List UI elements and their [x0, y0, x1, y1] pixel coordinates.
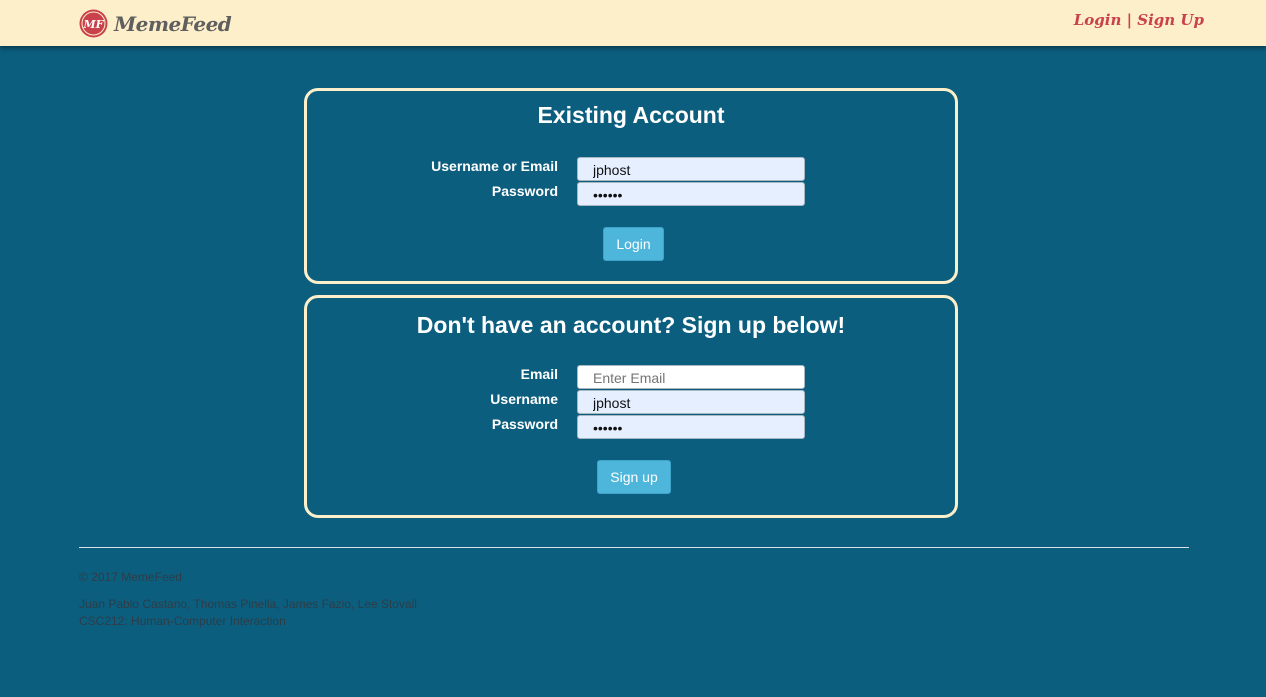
existing-account-title: Existing Account: [537, 102, 725, 128]
signup-password-input[interactable]: [577, 415, 805, 439]
signup-password-row: Password: [307, 415, 955, 439]
signup-username-input[interactable]: [577, 390, 805, 414]
signup-email-row: Email: [307, 365, 955, 389]
svg-text:MF: MF: [83, 18, 105, 31]
top-navbar: MF MemeFeed Login | Sign Up: [0, 0, 1266, 46]
footer-divider: [79, 547, 1189, 548]
login-button[interactable]: Login: [603, 227, 664, 261]
brand-home-link[interactable]: MF MemeFeed: [79, 8, 232, 39]
login-password-input[interactable]: [577, 182, 805, 206]
signup-email-label: Email: [520, 366, 558, 382]
footer-copyright: © 2017 MemeFeed: [79, 570, 182, 584]
login-password-label: Password: [491, 183, 558, 199]
signup-username-row: Username: [307, 390, 955, 414]
login-signup-link-text[interactable]: Login | Sign Up: [1074, 11, 1204, 29]
footer-authors: Juan Pablo Castano, Thomas Pinella, Jame…: [79, 597, 417, 611]
signup-email-input[interactable]: [577, 365, 805, 389]
signup-panel: Don't have an account? Sign up below! Em…: [304, 295, 958, 518]
signup-title: Don't have an account? Sign up below!: [416, 312, 846, 338]
existing-account-panel: Existing Account Username or Email Passw…: [304, 88, 958, 284]
signup-button[interactable]: Sign up: [597, 460, 671, 494]
signup-password-label: Password: [491, 416, 558, 432]
login-signup-link[interactable]: Login | Sign Up: [1074, 11, 1204, 29]
login-username-label: Username or Email: [431, 158, 558, 174]
brand-name: MemeFeed: [114, 11, 232, 36]
login-username-row: Username or Email: [307, 157, 955, 181]
login-username-input[interactable]: [577, 157, 805, 181]
memefeed-logo-icon: MF: [79, 9, 108, 38]
login-password-row: Password: [307, 182, 955, 206]
footer-course: CSC212: Human-Computer Interaction: [79, 614, 286, 628]
signup-username-label: Username: [490, 391, 558, 407]
